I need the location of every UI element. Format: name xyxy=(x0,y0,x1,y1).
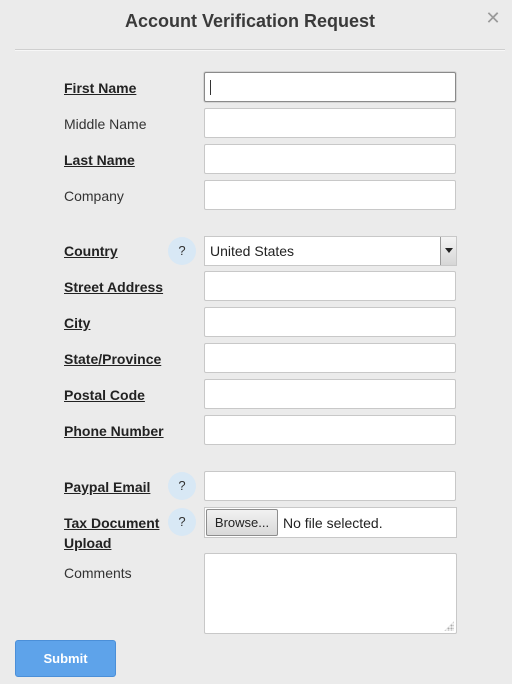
paypal-email-label: Paypal Email xyxy=(64,479,151,495)
postal-code-field[interactable] xyxy=(204,379,456,409)
company-label: Company xyxy=(64,188,124,204)
tax-document-file-input[interactable]: Browse... No file selected. xyxy=(204,507,457,538)
text-caret xyxy=(210,80,211,95)
tax-document-help-icon[interactable]: ? xyxy=(168,508,196,536)
browse-button[interactable]: Browse... xyxy=(206,509,278,536)
company-field[interactable] xyxy=(204,180,456,210)
street-address-field[interactable] xyxy=(204,271,456,301)
middle-name-field[interactable] xyxy=(204,108,456,138)
phone-number-field[interactable] xyxy=(204,415,456,445)
comments-textarea[interactable] xyxy=(204,553,457,634)
country-help-icon[interactable]: ? xyxy=(168,237,196,265)
last-name-label: Last Name xyxy=(64,152,135,168)
state-province-field[interactable] xyxy=(204,343,456,373)
postal-code-label: Postal Code xyxy=(64,387,145,403)
tax-document-label: Tax Document xyxy=(64,515,160,531)
country-select[interactable]: United States xyxy=(204,236,457,266)
first-name-label: First Name xyxy=(64,80,137,96)
street-address-label: Street Address xyxy=(64,279,164,295)
country-selected-value: United States xyxy=(210,243,295,259)
submit-button[interactable]: Submit xyxy=(15,640,116,677)
comments-label: Comments xyxy=(64,565,132,581)
dialog-title: Account Verification Request xyxy=(124,11,376,31)
tax-document-label-upload: Upload xyxy=(64,535,112,551)
account-verification-dialog: Account Verification Request ✕ First Nam… xyxy=(0,0,512,684)
paypal-email-field[interactable] xyxy=(204,471,456,501)
city-field[interactable] xyxy=(204,307,456,337)
first-name-field[interactable] xyxy=(204,72,456,102)
resize-grip-icon[interactable] xyxy=(444,621,454,631)
middle-name-label: Middle Name xyxy=(64,116,147,132)
state-province-label: State/Province xyxy=(64,351,162,367)
paypal-help-icon[interactable]: ? xyxy=(168,472,196,500)
last-name-field[interactable] xyxy=(204,144,456,174)
close-icon[interactable]: ✕ xyxy=(484,8,502,28)
city-label: City xyxy=(64,315,91,331)
title-divider xyxy=(15,49,505,50)
chevron-down-icon[interactable] xyxy=(440,237,456,265)
file-status-text: No file selected. xyxy=(283,515,383,531)
phone-number-label: Phone Number xyxy=(64,423,164,439)
country-label: Country xyxy=(64,243,118,259)
